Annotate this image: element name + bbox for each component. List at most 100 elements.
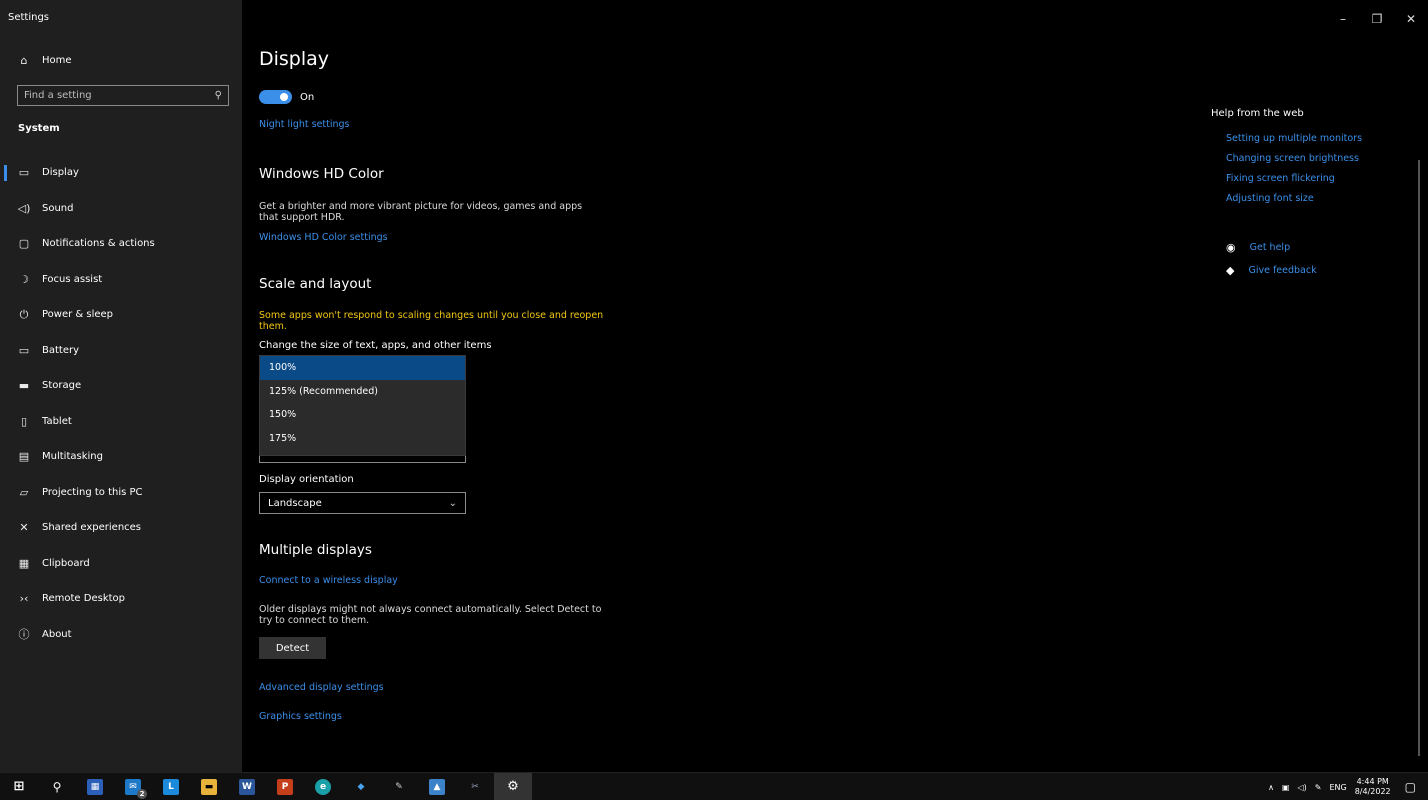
word-icon: W (239, 778, 255, 795)
scale-option-125[interactable]: 125% (Recommended) (260, 380, 465, 404)
scale-option-175[interactable]: 175% (260, 427, 465, 451)
restore-button[interactable]: ❐ (1360, 4, 1394, 34)
minimize-button[interactable]: – (1326, 4, 1360, 34)
start-button[interactable]: ⊞ (0, 773, 38, 800)
home-label: Home (42, 55, 72, 66)
sidebar-item-focus-assist[interactable]: ☽ Focus assist (0, 262, 242, 298)
taskbar-app-edge[interactable]: e (304, 773, 342, 800)
sidebar-item-label: Display (42, 167, 79, 179)
taskbar-app-file-explorer[interactable]: ▬ (190, 773, 228, 800)
sidebar-item-battery[interactable]: ▭ Battery (0, 333, 242, 369)
scale-option-150[interactable]: 150% (260, 403, 465, 427)
sidebar-item-projecting[interactable]: ▱ Projecting to this PC (0, 475, 242, 511)
clock[interactable]: 4:44 PM 8/4/2022 (1355, 777, 1391, 797)
close-button[interactable]: ✕ (1394, 4, 1428, 34)
network-icon[interactable]: ▣ (1282, 783, 1290, 792)
taskbar-app-l[interactable]: L (152, 773, 190, 800)
taskbar-app-photos[interactable]: ▲ (418, 773, 456, 800)
sidebar-item-home[interactable]: ⌂ Home (18, 54, 72, 67)
hd-color-heading: Windows HD Color (259, 166, 384, 182)
sidebar-item-label: Shared experiences (42, 522, 142, 534)
cube-icon: ◆ (357, 781, 365, 792)
mail-icon: ✉ 2 (125, 778, 147, 799)
taskbar-app-settings[interactable]: ⚙ (494, 772, 532, 800)
night-light-toggle[interactable] (259, 90, 292, 104)
taskbar-app-3d[interactable]: ◆ (342, 773, 380, 800)
wireless-display-link[interactable]: Connect to a wireless display (259, 575, 398, 586)
battery-icon: ▭ (18, 343, 30, 357)
scale-option-100[interactable]: 100% (260, 356, 465, 380)
orientation-label: Display orientation (259, 474, 354, 485)
folder-icon: ▬ (201, 778, 217, 795)
sidebar-item-label: Battery (42, 344, 80, 356)
taskbar-apps: ⊞ ⚲ ▦ ✉ 2 L ▬ W P e ◆ ✎ ▲ ✂ ⚙ (0, 772, 532, 800)
action-center-icon[interactable]: ▢ (1405, 780, 1416, 794)
clock-date: 8/4/2022 (1354, 787, 1391, 796)
sidebar-item-clipboard[interactable]: ▦ Clipboard (0, 546, 242, 582)
scale-dropdown[interactable]: 100% 125% (Recommended) 150% 175% (259, 355, 466, 456)
sidebar-item-storage[interactable]: ▬ Storage (0, 368, 242, 404)
search-icon[interactable]: ⚲ (215, 90, 222, 101)
get-help-label: Get help (1249, 242, 1291, 253)
help-link-screen-flickering[interactable]: Fixing screen flickering (1226, 173, 1335, 184)
advanced-display-settings-link[interactable]: Advanced display settings (259, 682, 384, 693)
sidebar: Settings ⌂ Home ⚲ System ▭ Display ◁) So… (0, 0, 242, 772)
orientation-select[interactable]: Landscape ⌄ (259, 492, 466, 514)
projector-icon: ▱ (19, 485, 29, 499)
taskbar-app-powerpoint[interactable]: P (266, 773, 304, 800)
snip-icon: ✂ (471, 781, 479, 792)
storage-icon: ▬ (18, 379, 30, 393)
sidebar-item-about[interactable]: ⓘ About (0, 617, 242, 653)
search-input[interactable] (24, 90, 215, 101)
pen-icon[interactable]: ✎ (1315, 783, 1322, 792)
notification-icon: ▢ (18, 237, 30, 251)
hd-color-settings-link[interactable]: Windows HD Color settings (259, 232, 388, 243)
sidebar-item-shared-experiences[interactable]: ✕ Shared experiences (0, 510, 242, 546)
search-box[interactable]: ⚲ (17, 85, 229, 106)
give-feedback-label: Give feedback (1248, 265, 1317, 276)
taskbar-app-calculator[interactable]: ▦ (76, 773, 114, 800)
taskbar-app-word[interactable]: W (228, 773, 266, 800)
sidebar-item-label: Storage (42, 380, 82, 392)
tablet-icon: ▯ (20, 414, 28, 428)
sidebar-item-label: Projecting to this PC (42, 486, 143, 498)
sidebar-item-tablet[interactable]: ▯ Tablet (0, 404, 242, 440)
language-indicator[interactable]: ENG (1329, 783, 1346, 792)
taskbar-app-snip[interactable]: ✂ (456, 773, 494, 800)
sidebar-item-display[interactable]: ▭ Display (0, 155, 242, 191)
graphics-settings-link[interactable]: Graphics settings (259, 711, 342, 722)
clipboard-icon: ▦ (18, 556, 30, 570)
detect-button[interactable]: Detect (259, 637, 326, 659)
sidebar-item-remote-desktop[interactable]: ›‹ Remote Desktop (0, 581, 242, 617)
sidebar-item-label: About (42, 628, 72, 640)
taskbar-search-button[interactable]: ⚲ (38, 773, 76, 800)
paint-icon: ✎ (395, 781, 403, 792)
feedback-icon: ◆ (1226, 264, 1235, 277)
gear-icon: ⚙ (507, 779, 519, 794)
powerpoint-icon: P (277, 778, 293, 795)
sidebar-item-label: Remote Desktop (42, 593, 126, 605)
taskbar-app-mail[interactable]: ✉ 2 (114, 773, 152, 800)
help-link-multiple-monitors[interactable]: Setting up multiple monitors (1226, 133, 1362, 144)
sidebar-item-multitasking[interactable]: ▤ Multitasking (0, 439, 242, 475)
help-link-font-size[interactable]: Adjusting font size (1226, 193, 1314, 204)
sidebar-item-notifications[interactable]: ▢ Notifications & actions (0, 226, 242, 262)
sidebar-item-power[interactable]: ⏻ Power & sleep (0, 297, 242, 333)
sidebar-item-label: Power & sleep (42, 309, 114, 321)
night-light-settings-link[interactable]: Night light settings (259, 119, 350, 130)
give-feedback-link[interactable]: ◆ Give feedback (1226, 264, 1317, 277)
l-app-icon: L (163, 778, 179, 795)
power-icon: ⏻ (19, 307, 29, 321)
shared-icon: ✕ (19, 521, 29, 535)
taskbar-app-paint[interactable]: ✎ (380, 773, 418, 800)
get-help-link[interactable]: ◉ Get help (1226, 241, 1290, 254)
sidebar-item-label: Sound (42, 202, 74, 214)
help-link-screen-brightness[interactable]: Changing screen brightness (1226, 153, 1359, 164)
sidebar-item-sound[interactable]: ◁) Sound (0, 191, 242, 227)
volume-icon[interactable]: ◁) (1297, 783, 1306, 792)
speaker-icon: ◁) (17, 201, 31, 215)
chevron-up-icon[interactable]: ∧ (1268, 783, 1274, 792)
scrollbar[interactable] (1418, 160, 1420, 756)
photos-icon: ▲ (429, 778, 445, 795)
night-light-toggle-label: On (300, 92, 315, 103)
